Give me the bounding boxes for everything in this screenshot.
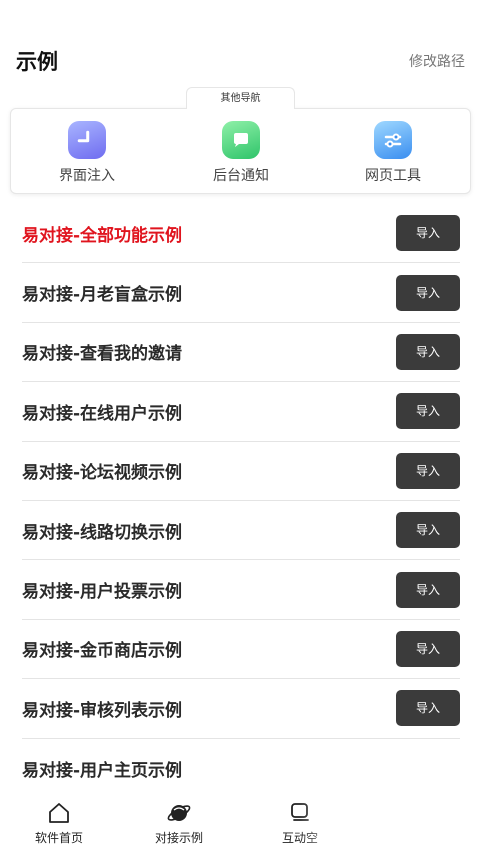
overlay-fade <box>300 780 481 855</box>
example-title: 易对接-线路切换示例 <box>22 522 183 543</box>
import-button[interactable]: 导入 <box>396 333 460 370</box>
nav-item-ui-inject[interactable]: 界面注入 <box>27 121 147 185</box>
page: 示例 修改路径 其他导航 界面注入 后台通知 网页工具 易对接-全部功能示例 导… <box>0 0 481 855</box>
example-title: 易对接-审核列表示例 <box>22 700 183 721</box>
page-title: 示例 <box>16 50 58 74</box>
home-icon <box>14 799 104 827</box>
import-button[interactable]: 导入 <box>396 393 460 430</box>
list-item[interactable]: 易对接-论坛视频示例 导入 <box>22 442 460 501</box>
list-item[interactable]: 易对接-全部功能示例 导入 <box>22 204 460 264</box>
example-title: 易对接-查看我的邀请 <box>22 344 183 365</box>
example-title: 易对接-用户主页示例 <box>22 760 183 781</box>
other-nav-card: 界面注入 后台通知 网页工具 <box>10 108 471 194</box>
list-item[interactable]: 易对接-用户投票示例 导入 <box>22 560 460 620</box>
chat-bubble-icon <box>222 121 260 159</box>
list-item[interactable]: 易对接-月老盲盒示例 导入 <box>22 263 460 323</box>
example-title: 易对接-论坛视频示例 <box>22 463 183 484</box>
tab-label: 对接示例 <box>154 831 203 845</box>
tab-home[interactable]: 软件首页 <box>14 799 104 846</box>
nav-item-label: 后台通知 <box>213 168 269 184</box>
import-button[interactable]: 导入 <box>396 512 460 549</box>
example-title: 易对接-全部功能示例 <box>22 225 183 246</box>
list-item[interactable]: 易对接-在线用户示例 导入 <box>22 382 460 442</box>
example-list: 易对接-全部功能示例 导入 易对接-月老盲盒示例 导入 易对接-查看我的邀请 导… <box>22 204 460 798</box>
list-item[interactable]: 易对接-审核列表示例 导入 <box>22 679 460 739</box>
example-title: 易对接-在线用户示例 <box>22 403 183 424</box>
nav-item-label: 界面注入 <box>59 168 115 184</box>
sliders-icon <box>374 121 412 159</box>
import-button[interactable]: 导入 <box>396 630 460 667</box>
nav-item-label: 网页工具 <box>365 168 421 184</box>
arrow-down-icon <box>68 121 106 159</box>
tab-label: 软件首页 <box>34 831 83 845</box>
list-item[interactable]: 易对接-线路切换示例 导入 <box>22 501 460 561</box>
import-button[interactable]: 导入 <box>396 452 460 489</box>
tab-examples[interactable]: 对接示例 <box>134 799 224 846</box>
import-button[interactable]: 导入 <box>396 274 460 311</box>
nav-item-background-notify[interactable]: 后台通知 <box>181 121 301 185</box>
example-title: 易对接-用户投票示例 <box>22 582 183 603</box>
list-item[interactable]: 易对接-金币商店示例 导入 <box>22 620 460 680</box>
edit-path-link[interactable]: 修改路径 <box>409 51 465 71</box>
other-nav-tab: 其他导航 <box>186 87 295 109</box>
import-button[interactable]: 导入 <box>396 571 460 608</box>
example-title: 易对接-月老盲盒示例 <box>22 285 183 306</box>
import-button[interactable]: 导入 <box>396 215 460 252</box>
planet-icon <box>134 799 224 827</box>
nav-item-web-tools[interactable]: 网页工具 <box>333 121 453 185</box>
import-button[interactable]: 导入 <box>396 690 460 727</box>
example-title: 易对接-金币商店示例 <box>22 641 183 662</box>
list-item[interactable]: 易对接-查看我的邀请 导入 <box>22 323 460 383</box>
